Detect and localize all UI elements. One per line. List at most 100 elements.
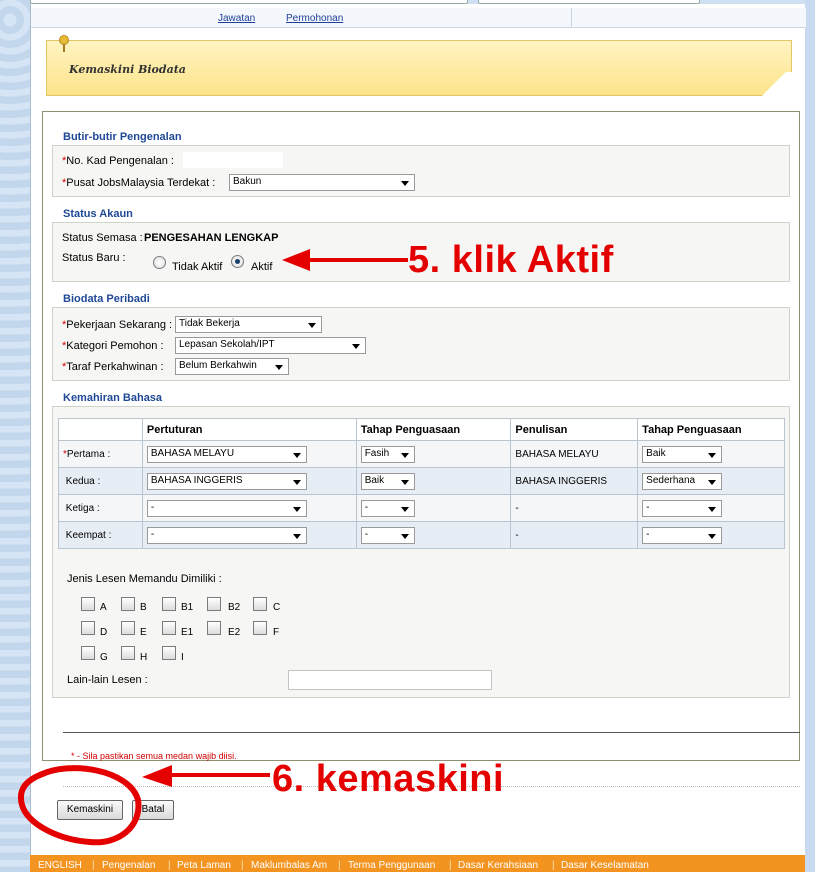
table-row: Keempat : - - - -: [58, 521, 785, 549]
col-header-pertuturan: Pertuturan: [141, 418, 357, 441]
checkbox-lesen-f[interactable]: [253, 621, 267, 635]
lesen-label-b2: B2: [228, 602, 241, 613]
lesen-label-a: A: [100, 602, 107, 613]
footer-bar: ENGLISH | Pengenalan | Peta Laman | Makl…: [30, 855, 805, 872]
status-semasa-value: PENGESAHAN LENGKAP: [144, 232, 279, 244]
checkbox-lesen-b2[interactable]: [207, 597, 221, 611]
panel-pengenalan: *No. Kad Pengenalan : *Pusat JobsMalaysi…: [52, 145, 790, 197]
checkbox-lesen-e2[interactable]: [207, 621, 221, 635]
nav-divider: [571, 8, 572, 28]
lain-lesen-label: Lain-lain Lesen :: [67, 674, 148, 686]
pertuturan-select[interactable]: -: [146, 526, 307, 544]
footer-separator: |: [552, 860, 555, 871]
status-semasa-label: Status Semasa :: [62, 232, 143, 244]
kemaskini-button[interactable]: Kemaskini: [57, 800, 123, 820]
footer-link-english[interactable]: ENGLISH: [38, 860, 82, 871]
lesen-label-b1: B1: [181, 602, 194, 613]
footer-link-keselamatan[interactable]: Dasar Keselamatan: [561, 860, 649, 871]
checkbox-lesen-h[interactable]: [121, 646, 135, 660]
pekerjaan-label: *Pekerjaan Sekarang :: [62, 319, 173, 331]
footer-link-maklumbalas[interactable]: Maklumbalas Am: [251, 860, 327, 871]
biodata-form: Butir-butir Pengenalan *No. Kad Pengenal…: [42, 111, 800, 820]
penulisan-value: -: [510, 494, 639, 522]
nav-link-permohonan[interactable]: Permohonan: [286, 13, 343, 24]
chevron-down-icon: [400, 506, 409, 512]
tahap-penulisan-select[interactable]: Sederhana: [642, 472, 723, 490]
taraf-select[interactable]: Belum Berkahwin: [175, 358, 289, 375]
radio-aktif-label: Aktif: [251, 261, 273, 273]
lesen-label-g: G: [100, 652, 108, 663]
checkbox-lesen-b[interactable]: [121, 597, 135, 611]
radio-tidak-aktif-label: Tidak Aktif: [172, 261, 223, 273]
lesen-label-b: B: [140, 602, 147, 613]
lesen-label-c: C: [273, 602, 281, 613]
nav-link-jawatan[interactable]: Jawatan: [218, 13, 255, 24]
tahap-pertuturan-select[interactable]: -: [360, 499, 415, 517]
table-row: Ketiga : - - - -: [58, 494, 785, 522]
kategori-select[interactable]: Lepasan Sekolah/IPT: [175, 337, 366, 354]
pushpin-icon: [57, 35, 71, 53]
row-label: *Pertama :: [58, 440, 143, 468]
form-divider: [63, 732, 800, 733]
chevron-down-icon: [708, 452, 717, 458]
lesen-label-f: F: [273, 627, 280, 638]
chevron-down-icon: [400, 479, 409, 485]
tahap-pertuturan-select[interactable]: Baik: [360, 472, 415, 490]
pertuturan-select[interactable]: BAHASA INGGERIS: [146, 472, 307, 490]
section-title-akaun: Status Akaun: [63, 208, 133, 220]
radio-aktif[interactable]: [231, 255, 244, 268]
page-content: Jawatan Permohonan Kemaskini Biodata But…: [30, 4, 806, 872]
pusat-select[interactable]: Bakun: [229, 174, 415, 191]
checkbox-lesen-i[interactable]: [162, 646, 176, 660]
radio-tidak-aktif[interactable]: [153, 256, 166, 269]
checkbox-lesen-g[interactable]: [81, 646, 95, 660]
footer-link-peta-laman[interactable]: Peta Laman: [177, 860, 231, 871]
page-curl-decoration: [756, 72, 792, 96]
tahap-pertuturan-select[interactable]: -: [360, 526, 415, 544]
pusat-label: *Pusat JobsMalaysia Terdekat :: [62, 177, 216, 189]
background-edge: [805, 0, 815, 872]
footer-separator: |: [449, 860, 452, 871]
checkbox-lesen-e1[interactable]: [162, 621, 176, 635]
tahap-penulisan-select[interactable]: -: [642, 499, 723, 517]
footer-separator: |: [241, 860, 244, 871]
row-label: Kedua :: [58, 467, 143, 495]
ic-label: *No. Kad Pengenalan :: [62, 155, 174, 167]
batal-button[interactable]: Batal: [132, 800, 174, 820]
tahap-penulisan-select[interactable]: Baik: [642, 445, 723, 463]
chevron-down-icon: [400, 452, 409, 458]
taraf-label: *Taraf Perkahwinan :: [62, 361, 164, 373]
chevron-down-icon: [275, 365, 283, 370]
pekerjaan-select[interactable]: Tidak Bekerja: [175, 316, 322, 333]
chevron-down-icon: [352, 344, 360, 349]
checkbox-lesen-a[interactable]: [81, 597, 95, 611]
checkbox-lesen-e[interactable]: [121, 621, 135, 635]
kategori-label: *Kategori Pemohon :: [62, 340, 164, 352]
chevron-down-icon: [292, 452, 301, 458]
section-title-biodata: Biodata Peribadi: [63, 293, 150, 305]
chevron-down-icon: [292, 479, 301, 485]
col-header-tahap-penulisan: Tahap Penguasaan: [637, 418, 785, 441]
lain-lesen-input[interactable]: [288, 670, 492, 690]
chevron-down-icon: [292, 506, 301, 512]
language-table: Pertuturan Tahap Penguasaan Penulisan Ta…: [58, 418, 785, 549]
footer-link-pengenalan[interactable]: Pengenalan: [102, 860, 155, 871]
annotation-step5: 5. klik Aktif: [408, 239, 614, 281]
tahap-pertuturan-select[interactable]: Fasih: [360, 445, 415, 463]
checkbox-lesen-b1[interactable]: [162, 597, 176, 611]
page-banner: Kemaskini Biodata: [46, 35, 792, 96]
pertuturan-select[interactable]: -: [146, 499, 307, 517]
top-nav: Jawatan Permohonan: [31, 8, 806, 28]
pertuturan-select[interactable]: BAHASA MELAYU: [146, 445, 307, 463]
checkbox-lesen-d[interactable]: [81, 621, 95, 635]
footer-separator: |: [168, 860, 171, 871]
col-header-blank: [58, 418, 143, 441]
footer-link-kerahsiaan[interactable]: Dasar Kerahsiaan: [458, 860, 538, 871]
footer-link-terma[interactable]: Terma Penggunaan: [348, 860, 435, 871]
lesen-label-e1: E1: [181, 627, 194, 638]
language-table-header: Pertuturan Tahap Penguasaan Penulisan Ta…: [58, 418, 785, 441]
ic-value-field: [183, 152, 283, 168]
checkbox-lesen-c[interactable]: [253, 597, 267, 611]
penulisan-value: -: [510, 521, 639, 549]
tahap-penulisan-select[interactable]: -: [642, 526, 723, 544]
